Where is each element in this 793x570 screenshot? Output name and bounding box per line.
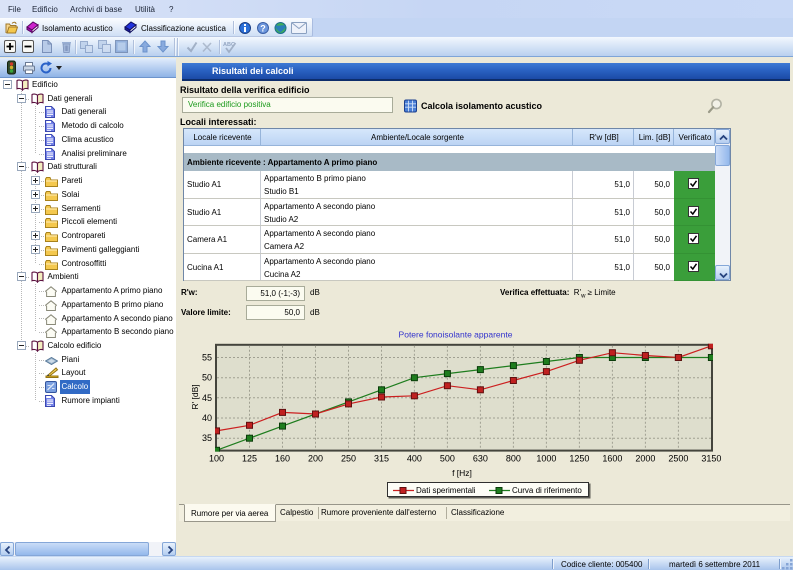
svg-text:2000: 2000: [635, 454, 655, 464]
svg-text:45: 45: [202, 393, 212, 403]
svg-text:2500: 2500: [668, 454, 688, 464]
svg-text:250: 250: [341, 454, 356, 464]
svg-text:55: 55: [202, 353, 212, 363]
svg-text:35: 35: [202, 433, 212, 443]
svg-text:125: 125: [242, 454, 257, 464]
svg-text:1600: 1600: [602, 454, 622, 464]
svg-text:200: 200: [308, 454, 323, 464]
svg-text:1250: 1250: [569, 454, 589, 464]
svg-text:400: 400: [407, 454, 422, 464]
svg-text:160: 160: [275, 454, 290, 464]
svg-text:Potere fonoisolante apparente: Potere fonoisolante apparente: [399, 330, 513, 340]
svg-text:40: 40: [202, 413, 212, 423]
svg-text:3150: 3150: [701, 454, 721, 464]
svg-text:?: ?: [260, 24, 266, 34]
svg-text:100: 100: [209, 454, 224, 464]
svg-text:800: 800: [506, 454, 521, 464]
svg-text:315: 315: [374, 454, 389, 464]
svg-text:f [Hz]: f [Hz]: [452, 468, 472, 478]
svg-text:500: 500: [440, 454, 455, 464]
svg-text:R' [dB]: R' [dB]: [190, 384, 200, 409]
svg-text:630: 630: [473, 454, 488, 464]
svg-text:1000: 1000: [536, 454, 556, 464]
svg-text:50: 50: [202, 373, 212, 383]
